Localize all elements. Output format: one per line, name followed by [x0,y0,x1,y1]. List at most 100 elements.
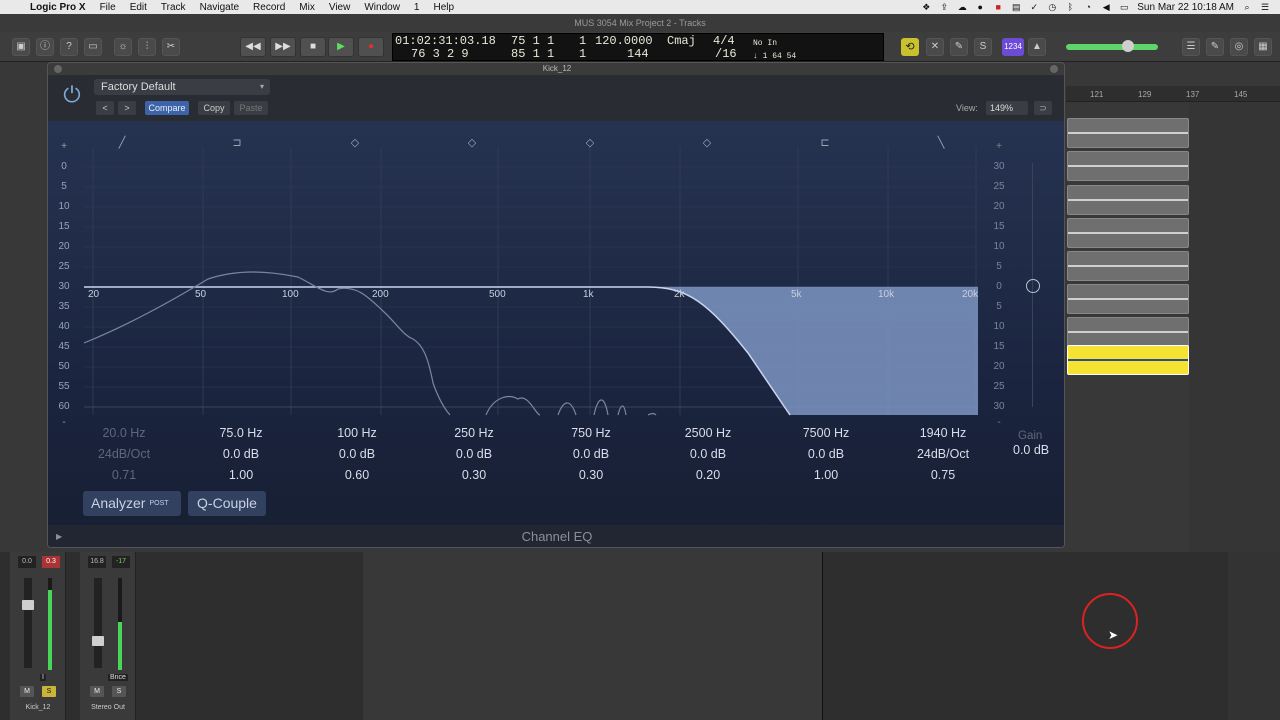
lcd-display[interactable]: 01:02:31:03.18 76 3 2 9 75 1 1 85 1 1 1 … [392,33,884,61]
high-shelf-icon[interactable]: ⊏ [813,135,837,151]
menu-mix[interactable]: Mix [299,2,315,13]
q-couple-button[interactable]: Q-Couple [188,491,266,516]
band-gain[interactable]: 0.0 dB [541,444,641,465]
master-volume-slider[interactable] [1066,44,1158,50]
band-frequency[interactable]: 250 Hz [424,423,524,444]
bell-icon[interactable]: ◇ [578,135,602,151]
audio-region[interactable] [1067,185,1189,215]
disclosure-triangle-icon[interactable]: ▶ [56,532,62,541]
volume-fader[interactable] [94,578,102,668]
band-frequency[interactable]: 20.0 Hz [74,423,174,444]
bell-icon[interactable]: ◇ [343,135,367,151]
play-button[interactable]: ▶ [328,37,354,57]
low-shelf-icon[interactable]: ⊐ [225,135,249,151]
band-frequency[interactable]: 750 Hz [541,423,641,444]
list-editors-icon[interactable]: ☰ [1182,38,1200,56]
band-gain[interactable]: 24dB/Oct [74,444,174,465]
metronome-icon[interactable]: ▲ [1028,38,1046,56]
tuner-icon[interactable]: S [974,38,992,56]
fader-cap[interactable] [92,636,104,646]
count-in-button[interactable]: 1234 [1002,38,1024,56]
notification-center-icon[interactable]: ☰ [1260,2,1270,12]
volume-fader[interactable] [24,578,32,668]
solo-button[interactable]: S [42,686,56,697]
band-gain[interactable]: 0.0 dB [307,444,407,465]
solo-button[interactable]: S [112,686,126,697]
band-q[interactable]: 0.20 [658,465,758,486]
band-gain[interactable]: 24dB/Oct [893,444,993,465]
volume-icon[interactable]: ◀ [1101,2,1111,12]
gain-knob[interactable] [1026,279,1040,293]
audio-region[interactable] [1067,317,1189,347]
mute-button[interactable]: M [90,686,104,697]
mute-button[interactable]: M [20,686,34,697]
record-button[interactable]: ● [358,37,384,57]
band-gain[interactable]: 0.0 dB [424,444,524,465]
analyzer-button[interactable]: Analyzer POST [83,491,181,516]
audio-region[interactable] [1067,284,1189,314]
library-icon[interactable]: ▣ [12,38,30,56]
upload-icon[interactable]: ⇪ [939,2,949,12]
notepad-icon[interactable]: ✎ [1206,38,1224,56]
band-1-params[interactable]: 20.0 Hz 24dB/Oct 0.71 [74,423,174,486]
band-frequency[interactable]: 2500 Hz [658,423,758,444]
fader-cap[interactable] [22,600,34,610]
band-4-params[interactable]: 250 Hz 0.0 dB 0.30 [424,423,524,486]
band-q[interactable]: 0.75 [893,465,993,486]
menu-window[interactable]: Window [364,2,400,13]
band-gain[interactable]: 0.0 dB [191,444,291,465]
cloud-icon[interactable]: ☁ [957,2,967,12]
battery-icon[interactable]: ▭ [1119,2,1129,12]
wifi-icon[interactable]: ◔ [1083,2,1093,12]
menu-edit[interactable]: Edit [130,2,147,13]
band-5-params[interactable]: 750 Hz 0.0 dB 0.30 [541,423,641,486]
band-gain[interactable]: 0.0 dB [776,444,876,465]
editors-icon[interactable]: ✂ [162,38,180,56]
cycle-icon[interactable]: ⟲ [901,38,919,56]
master-volume-knob[interactable] [1122,40,1134,52]
band-q[interactable]: 1.00 [191,465,291,486]
band-7-params[interactable]: 7500 Hz 0.0 dB 1.00 [776,423,876,486]
audio-region[interactable] [1067,118,1189,148]
media-icon[interactable]: ● [975,2,985,12]
stop-button[interactable]: ■ [300,37,326,57]
rewind-button[interactable]: ◀◀ [240,37,266,57]
audio-region[interactable] [1067,151,1189,181]
gain-value[interactable]: 0.0 dB [1013,443,1049,457]
band-q[interactable]: 0.60 [307,465,407,486]
inspector-icon[interactable]: ⓘ [36,38,54,56]
menu-help[interactable]: Help [433,2,454,13]
band-3-params[interactable]: 100 Hz 0.0 dB 0.60 [307,423,407,486]
band-frequency[interactable]: 75.0 Hz [191,423,291,444]
menu-record[interactable]: Record [253,2,285,13]
bell-icon[interactable]: ◇ [460,135,484,151]
time-machine-icon[interactable]: ◷ [1047,2,1057,12]
audio-region-selected[interactable] [1067,345,1189,375]
band-frequency[interactable]: 100 Hz [307,423,407,444]
menu-app-name[interactable]: Logic Pro X [30,2,86,13]
band-2-params[interactable]: 75.0 Hz 0.0 dB 1.00 [191,423,291,486]
replace-icon[interactable]: ✎ [950,38,968,56]
menu-clock[interactable]: Sun Mar 22 10:18 AM [1137,2,1234,13]
dropbox-icon[interactable]: ❖ [921,2,931,12]
band-frequency[interactable]: 1940 Hz [893,423,993,444]
high-cut-icon[interactable]: ╲ [929,135,953,151]
forward-button[interactable]: ▶▶ [270,37,296,57]
band-8-params[interactable]: 1940 Hz 24dB/Oct 0.75 [893,423,993,486]
smart-controls-icon[interactable]: ☼ [114,38,132,56]
mixer-icon[interactable]: ⫶ [138,38,156,56]
check-icon[interactable]: ✓ [1029,2,1039,12]
quick-help-icon[interactable]: ? [60,38,78,56]
band-gain[interactable]: 0.0 dB [658,444,758,465]
menu-1[interactable]: 1 [414,2,420,13]
browser-icon[interactable]: ▦ [1254,38,1272,56]
menu-navigate[interactable]: Navigate [200,2,239,13]
band-6-params[interactable]: 2500 Hz 0.0 dB 0.20 [658,423,758,486]
autopunch-icon[interactable]: ✕ [926,38,944,56]
low-cut-icon[interactable]: ╱ [110,135,134,151]
band-frequency[interactable]: 7500 Hz [776,423,876,444]
clipboard-icon[interactable]: ▤ [1011,2,1021,12]
band-q[interactable]: 0.30 [424,465,524,486]
loop-browser-icon[interactable]: ◎ [1230,38,1248,56]
bluetooth-icon[interactable]: ᛒ [1065,2,1075,12]
